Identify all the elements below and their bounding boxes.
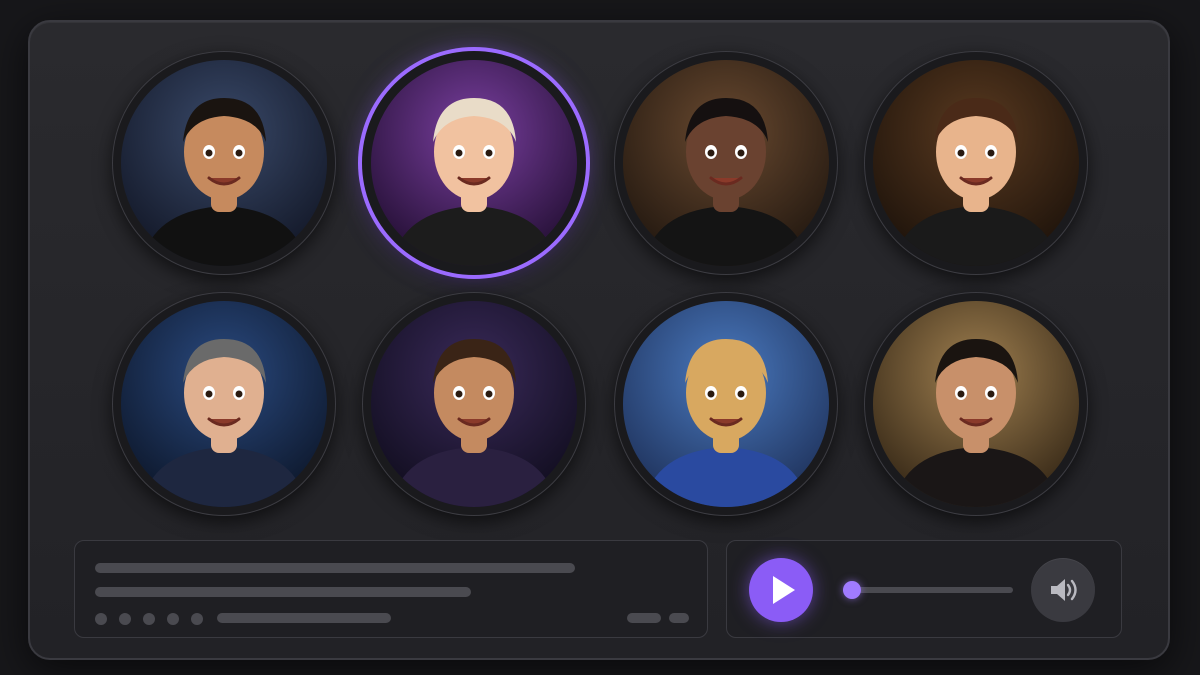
avatar-soccer-player[interactable] xyxy=(112,51,336,275)
meta-placeholder-line xyxy=(217,613,391,623)
progress-track[interactable] xyxy=(842,581,1013,599)
page-dot-3[interactable] xyxy=(143,613,155,625)
page-dot-2[interactable] xyxy=(119,613,131,625)
page-dot-4[interactable] xyxy=(167,613,179,625)
avatar-comedian[interactable] xyxy=(864,51,1088,275)
action-pill-1[interactable] xyxy=(627,613,661,623)
title-placeholder-line xyxy=(95,563,575,573)
info-panel xyxy=(74,540,708,638)
progress-knob[interactable] xyxy=(842,581,861,599)
subtitle-placeholder-line xyxy=(95,587,471,597)
avatar-image xyxy=(121,60,327,266)
audio-player xyxy=(726,540,1122,638)
volume-button[interactable] xyxy=(1031,558,1095,622)
avatar-pop-singer[interactable] xyxy=(362,51,586,275)
avatar-image xyxy=(121,301,327,507)
play-icon xyxy=(773,576,795,604)
avatar-gamer[interactable] xyxy=(362,292,586,516)
avatar-actor[interactable] xyxy=(864,292,1088,516)
avatar-news-anchor[interactable] xyxy=(112,292,336,516)
avatar-mascot[interactable] xyxy=(614,292,838,516)
page-dot-5[interactable] xyxy=(191,613,203,625)
avatar-rapper[interactable] xyxy=(614,51,838,275)
avatar-image xyxy=(873,60,1079,266)
avatar-image xyxy=(873,301,1079,507)
action-pill-2[interactable] xyxy=(669,613,689,623)
app-frame xyxy=(28,20,1170,660)
avatar-image xyxy=(623,60,829,266)
avatar-image xyxy=(371,60,577,266)
play-button[interactable] xyxy=(749,558,813,622)
avatar-image xyxy=(371,301,577,507)
avatar-image xyxy=(623,301,829,507)
volume-icon xyxy=(1051,579,1077,601)
page-dot-1[interactable] xyxy=(95,613,107,625)
